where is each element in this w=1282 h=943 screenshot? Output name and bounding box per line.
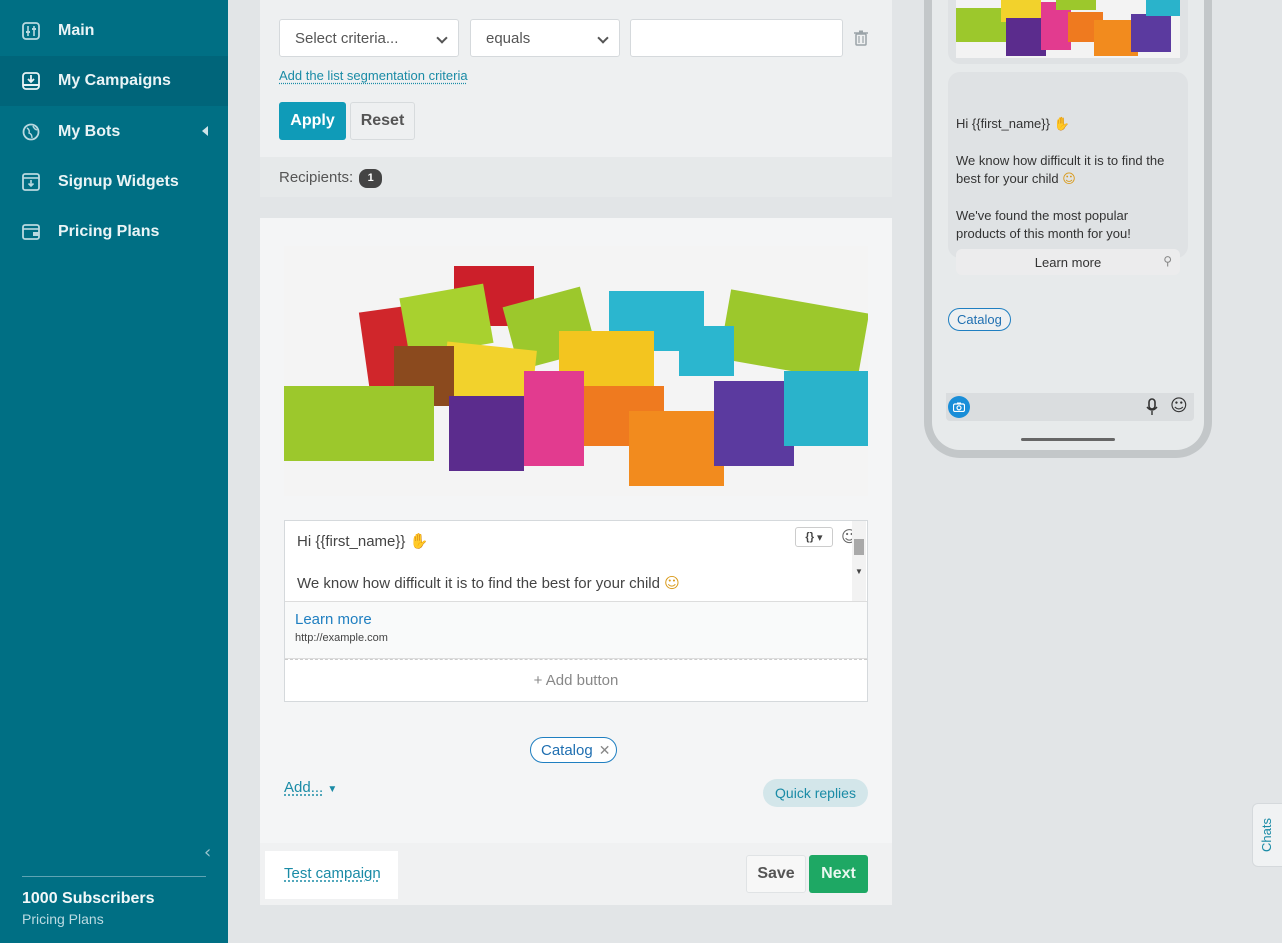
caret-left-icon: [202, 126, 208, 136]
waving-hand-icon: ✋: [409, 532, 429, 550]
body-text: We know how difficult it is to find the …: [297, 575, 660, 592]
widget-download-icon: [22, 173, 40, 191]
sidebar-item-label: Main: [58, 22, 95, 39]
scroll-down-icon[interactable]: ▼: [855, 567, 863, 576]
lego-bricks-image: [284, 246, 868, 496]
recipients-count-badge: 1: [359, 168, 383, 188]
inbox-download-icon: [22, 72, 40, 90]
preview-learn-more-button: Learn more ⚲: [956, 249, 1180, 275]
sidebar-divider: [22, 876, 206, 877]
caret-down-icon: ▼: [327, 784, 338, 795]
waving-hand-icon: ✋: [1053, 117, 1070, 132]
add-menu[interactable]: Add... ▼: [284, 779, 337, 796]
recipients-label: Recipients:: [279, 168, 354, 186]
criteria-value-input[interactable]: [630, 19, 843, 57]
sliders-icon: [22, 22, 40, 40]
message-editor[interactable]: Hi {{first_name}} ✋ We know how difficul…: [284, 520, 868, 702]
sidebar-item-pricing-plans[interactable]: Pricing Plans: [0, 207, 228, 257]
preview-quick-reply-chip: Catalog: [948, 308, 1011, 331]
pricing-plans-link[interactable]: Pricing Plans: [22, 911, 104, 927]
sidebar-item-label: Pricing Plans: [58, 223, 160, 240]
add-menu-label: Add...: [284, 779, 324, 796]
message-button-url: http://example.com: [295, 632, 388, 644]
close-icon[interactable]: ✕: [599, 742, 611, 759]
add-button[interactable]: + Add button: [285, 659, 867, 701]
preview-message-text: Hi {{first_name}} ✋ We know how difficul…: [956, 115, 1180, 243]
preview-greeting: Hi {{first_name}}: [956, 116, 1050, 131]
add-segmentation-link[interactable]: Add the list segmentation criteria: [279, 68, 468, 83]
emoji-icon: ☺: [1170, 396, 1188, 416]
apply-button[interactable]: Apply: [279, 102, 346, 140]
sidebar-item-label: Signup Widgets: [58, 173, 179, 190]
operator-select-value: equals: [486, 29, 531, 47]
message-button-label: Learn more: [295, 611, 372, 628]
preview-image-bubble: [948, 0, 1188, 64]
home-indicator: [1021, 438, 1115, 441]
trash-icon[interactable]: [854, 30, 868, 46]
criteria-select-value: Select criteria...: [295, 29, 399, 47]
scrollbar-thumb[interactable]: [854, 539, 864, 555]
subscribers-count: 1000 Subscribers: [22, 890, 155, 907]
preview-button-label: Learn more: [1034, 254, 1102, 270]
chevron-down-icon: [436, 32, 448, 44]
save-button[interactable]: Save: [746, 855, 806, 893]
recipients-bar: Recipients: 1: [260, 157, 892, 197]
chats-tab-label: Chats: [1259, 818, 1274, 852]
smile-emoji-icon: ☺: [1062, 172, 1076, 187]
message-text[interactable]: Hi {{first_name}} ✋ We know how difficul…: [297, 531, 680, 594]
wallet-icon: [22, 223, 40, 241]
quick-reply-chip-label: Catalog: [541, 741, 593, 759]
chevron-down-icon: [597, 32, 609, 44]
sidebar-item-my-bots[interactable]: My Bots: [0, 107, 228, 157]
quick-replies-button[interactable]: Quick replies: [763, 779, 868, 807]
collapse-sidebar-icon[interactable]: ‹: [204, 842, 211, 863]
preview-input-bar: ☺: [946, 393, 1194, 421]
test-campaign-link[interactable]: Test campaign: [284, 865, 381, 882]
link-icon: ⚲: [1163, 254, 1172, 268]
sidebar-item-label: My Campaigns: [58, 72, 171, 89]
microphone-icon: [1146, 398, 1158, 421]
chats-tab[interactable]: Chats: [1252, 803, 1282, 867]
campaign-image[interactable]: [284, 246, 868, 496]
editor-scrollbar[interactable]: ▼: [852, 521, 866, 601]
sidebar-item-signup-widgets[interactable]: Signup Widgets: [0, 157, 228, 207]
braces-icon: {}: [805, 531, 814, 543]
variables-dropdown-button[interactable]: {} ▾: [795, 527, 833, 547]
sidebar-item-label: My Bots: [58, 123, 121, 140]
preview-offer: We've found the most popular products of…: [956, 208, 1131, 241]
globe-icon: [22, 123, 40, 141]
quick-reply-chip[interactable]: Catalog ✕: [530, 737, 618, 763]
greeting-text: Hi {{first_name}}: [297, 533, 406, 550]
sidebar-item-my-campaigns[interactable]: My Campaigns: [0, 56, 228, 106]
smile-emoji-icon: ☺: [664, 574, 680, 592]
operator-select[interactable]: equals: [470, 19, 620, 57]
next-button[interactable]: Next: [809, 855, 868, 893]
reset-button[interactable]: Reset: [350, 102, 415, 140]
preview-body: We know how difficult it is to find the …: [956, 153, 1165, 186]
criteria-select[interactable]: Select criteria...: [279, 19, 459, 57]
sidebar-item-main[interactable]: Main: [0, 6, 228, 56]
message-button-item[interactable]: Learn more http://example.com: [285, 602, 867, 658]
sidebar: Main My Campaigns My Bots Signup Widgets…: [0, 0, 228, 943]
camera-icon: [948, 396, 970, 418]
preview-lego-image: [956, 0, 1180, 58]
